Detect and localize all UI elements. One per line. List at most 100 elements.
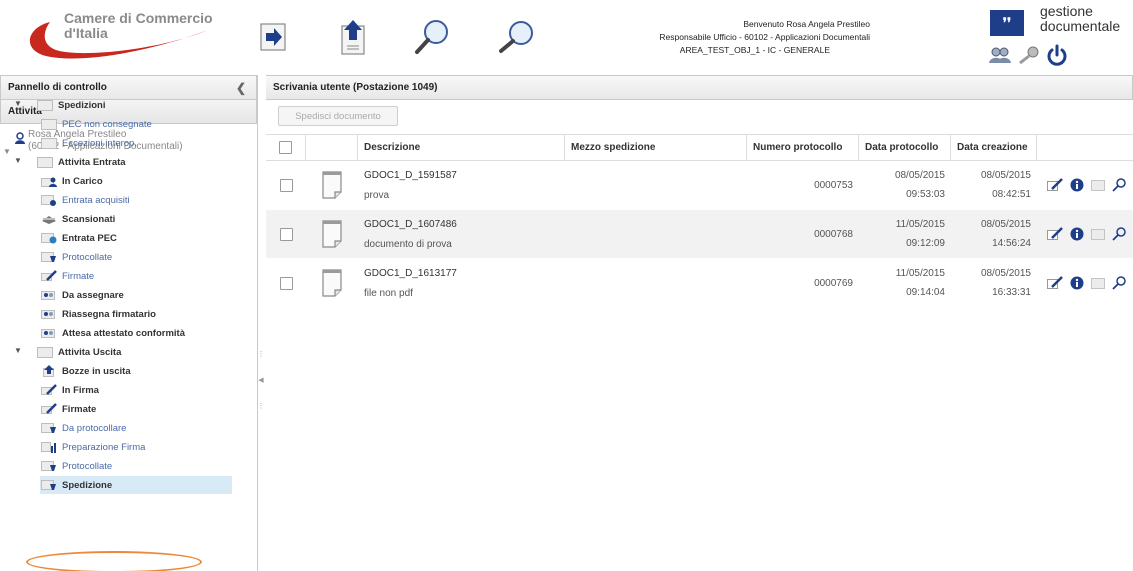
row-select-cell bbox=[266, 259, 306, 307]
users-icon[interactable] bbox=[988, 46, 1012, 64]
shipping-cell bbox=[565, 210, 747, 258]
panel-splitter[interactable]: ⋮ ◀ ⋮ bbox=[258, 350, 265, 410]
document-code: GDOC1_D_1613177 bbox=[364, 267, 457, 279]
folder-icon bbox=[36, 345, 54, 359]
new-document-button[interactable] bbox=[330, 14, 376, 60]
document-icon bbox=[306, 259, 358, 307]
protocol-time: 09:14:04 bbox=[906, 287, 945, 298]
power-icon[interactable] bbox=[1046, 44, 1068, 66]
row-checkbox[interactable] bbox=[279, 227, 293, 241]
tree-item-attivita-entrata[interactable]: ▼ Attivita Entrata bbox=[14, 153, 126, 171]
area-text: AREA_TEST_OBJ_1 - IC - GENERALE bbox=[679, 45, 830, 55]
tree-item-in-firma[interactable]: In Firma bbox=[40, 381, 99, 399]
description-column-header[interactable]: Descrizione bbox=[358, 134, 565, 161]
shipping-column-header[interactable]: Mezzo spedizione bbox=[565, 134, 747, 161]
select-all-cell bbox=[266, 134, 306, 161]
logo-line-1: Camere di Commercio bbox=[64, 10, 213, 26]
key-icon[interactable] bbox=[1018, 46, 1040, 64]
desk-header: Scrivania utente (Postazione 1049) bbox=[266, 75, 1133, 100]
control-panel-title: Pannello di controllo bbox=[8, 82, 107, 93]
info-icon[interactable] bbox=[1070, 276, 1084, 290]
table-row[interactable]: GDOC1_D_1607486 documento di prova 0000768… bbox=[266, 210, 1133, 259]
collapse-panel-icon[interactable]: ❮ bbox=[236, 81, 246, 95]
row-checkbox[interactable] bbox=[279, 178, 293, 192]
row-checkbox[interactable] bbox=[279, 276, 293, 290]
info-icon[interactable] bbox=[1070, 227, 1084, 241]
gestione-documentale-logo: ❜❜ bbox=[990, 10, 1024, 36]
incoming-icon bbox=[40, 193, 58, 207]
tree-item-da-assegnare[interactable]: Da assegnare bbox=[40, 286, 124, 304]
tree-item-spedizioni[interactable]: ▼ Spedizioni bbox=[14, 96, 106, 114]
protocol-number-cell: 0000769 bbox=[814, 277, 853, 289]
tree-item-label: Riassegna firmatario bbox=[62, 308, 156, 320]
protocol-date-cell: 08/05/2015 09:53:03 bbox=[859, 161, 951, 209]
tree-item-riassegna-firmatario[interactable]: Riassegna firmatario bbox=[40, 305, 156, 323]
tree-item-attivita-uscita[interactable]: ▼ Attivita Uscita bbox=[14, 343, 122, 361]
tree-item-firmate[interactable]: Firmate bbox=[40, 400, 96, 418]
tree-item-bozze-in-uscita[interactable]: Bozze in uscita bbox=[40, 362, 131, 380]
expand-caret-icon[interactable]: ▼ bbox=[3, 146, 11, 158]
tree-item-scansionati[interactable]: Scansionati bbox=[40, 210, 115, 228]
scanner-icon bbox=[40, 212, 58, 226]
select-all-checkbox[interactable] bbox=[279, 141, 292, 154]
expand-caret-icon[interactable]: ▼ bbox=[14, 346, 22, 355]
edit-icon[interactable] bbox=[1047, 178, 1063, 192]
logo-line-2: d'Italia bbox=[64, 25, 108, 41]
folder-icon bbox=[36, 98, 54, 112]
tree-item-eccezioni-interop[interactable]: Eccezioni interop. bbox=[40, 134, 137, 152]
folder-icon[interactable] bbox=[1091, 277, 1105, 289]
table-row[interactable]: GDOC1_D_1591587 prova 0000753 08/05/2015 09:… bbox=[266, 161, 1133, 210]
tree-item-da-protocollare[interactable]: Da protocollare bbox=[40, 419, 126, 437]
tree-item-label: Attivita Uscita bbox=[58, 346, 122, 358]
advanced-search-button[interactable] bbox=[493, 14, 539, 60]
tree-item-protocollate[interactable]: Protocollate bbox=[40, 248, 112, 266]
magnifier-icon bbox=[499, 21, 533, 53]
protocol-number-column-header[interactable]: Numero protocollo bbox=[747, 134, 859, 161]
expand-caret-icon[interactable]: ▼ bbox=[14, 99, 22, 108]
welcome-text: Benvenuto Rosa Angela Prestileo bbox=[743, 19, 870, 29]
arrow-right-icon bbox=[260, 23, 286, 51]
stamp-icon bbox=[40, 250, 58, 264]
creation-date: 08/05/2015 bbox=[980, 219, 1031, 230]
tree-item-firmate[interactable]: Firmate bbox=[40, 267, 94, 285]
magnifier-icon[interactable] bbox=[1112, 276, 1126, 290]
tree-item-protocollate[interactable]: Protocollate bbox=[40, 457, 112, 475]
folder-icon[interactable] bbox=[1091, 179, 1105, 191]
row-actions bbox=[1037, 259, 1133, 307]
tree-item-pec-non-consegnate[interactable]: PEC non consegnate bbox=[40, 115, 152, 133]
protocol-date: 11/05/2015 bbox=[895, 219, 945, 230]
edit-icon[interactable] bbox=[1047, 276, 1063, 290]
edit-icon[interactable] bbox=[1047, 227, 1063, 241]
tree-item-label: Da protocollare bbox=[62, 422, 127, 434]
folder-icon bbox=[40, 136, 58, 150]
magnifier-icon[interactable] bbox=[1112, 227, 1126, 241]
tree-item-label: Firmate bbox=[62, 270, 95, 282]
tree-item-spedizione[interactable]: Spedizione bbox=[40, 476, 232, 494]
tree-item-in-carico[interactable]: In Carico bbox=[40, 172, 103, 190]
document-description: documento di prova bbox=[364, 238, 452, 250]
description-cell: GDOC1_D_1613177file non pdf bbox=[358, 259, 565, 307]
protocol-date-column-header[interactable]: Data protocollo bbox=[859, 134, 951, 161]
expand-caret-icon[interactable]: ▼ bbox=[14, 156, 22, 165]
forward-document-button[interactable] bbox=[250, 14, 296, 60]
tree-item-entrata-pec[interactable]: Entrata PEC bbox=[40, 229, 117, 247]
folder-icon[interactable] bbox=[1091, 228, 1105, 240]
folder-icon bbox=[40, 117, 58, 131]
table-row[interactable]: GDOC1_D_1613177 file non pdf 0000769 11/05/… bbox=[266, 259, 1133, 308]
user-icon bbox=[14, 132, 26, 148]
document-code: GDOC1_D_1607486 bbox=[364, 218, 457, 230]
tree-item-label: Eccezioni interop. bbox=[62, 137, 137, 149]
magnifier-icon[interactable] bbox=[1112, 178, 1126, 192]
creation-date-column-header[interactable]: Data creazione bbox=[951, 134, 1037, 161]
tree-item-entrata-acquisiti[interactable]: Entrata acquisiti bbox=[40, 191, 130, 209]
document-description: file non pdf bbox=[364, 287, 413, 299]
document-icon bbox=[306, 161, 358, 209]
user-desk: Scrivania utente (Postazione 1049) Spedi… bbox=[266, 75, 1133, 571]
send-document-button[interactable]: Spedisci documento bbox=[278, 106, 398, 126]
tree-item-preparazione-firma[interactable]: Preparazione Firma bbox=[40, 438, 145, 456]
tree-item-label: Attesa attestato conformità bbox=[62, 327, 185, 339]
search-button[interactable] bbox=[410, 14, 456, 60]
tree-item-attesa-attestato-conformit[interactable]: Attesa attestato conformità bbox=[40, 324, 185, 342]
info-icon[interactable] bbox=[1070, 178, 1084, 192]
brand-line-2: documentale bbox=[1040, 18, 1121, 34]
